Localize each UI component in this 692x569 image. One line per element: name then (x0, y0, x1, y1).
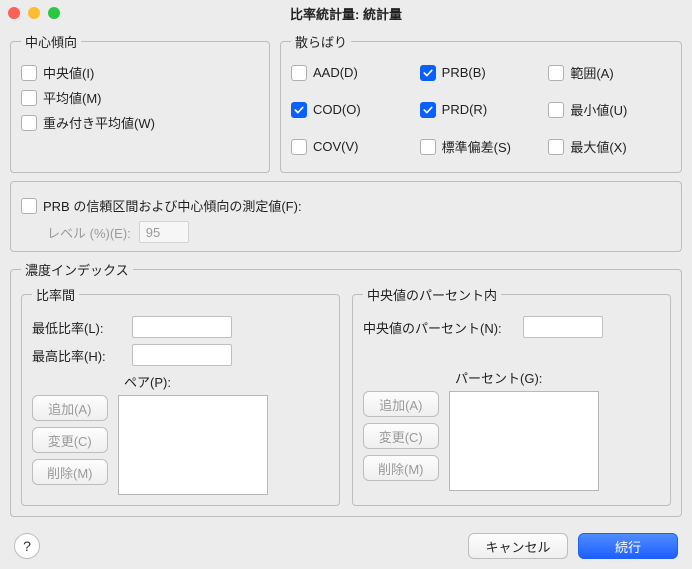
chk-prb-label: PRB(B) (442, 65, 486, 80)
median-add-button[interactable]: 追加(A) (363, 391, 439, 417)
chk-cod[interactable] (291, 102, 307, 118)
group-median-legend: 中央値のパーセント内 (363, 285, 501, 304)
median-remove-button[interactable]: 削除(M) (363, 455, 439, 481)
chk-min-label: 最小値(U) (570, 100, 627, 119)
minimize-icon[interactable] (28, 7, 40, 19)
close-icon[interactable] (8, 7, 20, 19)
chk-prd-label: PRD(R) (442, 102, 488, 117)
chk-aad-label: AAD(D) (313, 65, 358, 80)
percent-label: パーセント(G): (455, 368, 542, 387)
level-label: レベル (%)(E): (47, 223, 131, 242)
percent-listbox[interactable] (449, 391, 599, 491)
chk-mean-label: 平均値(M) (43, 88, 102, 107)
group-ratio-legend: 比率間 (32, 285, 79, 304)
titlebar: 比率統計量: 統計量 (0, 0, 692, 26)
chk-stddev[interactable] (420, 139, 436, 155)
help-button[interactable]: ? (14, 533, 40, 559)
pair-listbox[interactable] (118, 395, 268, 495)
window-controls (8, 7, 60, 19)
median-change-button[interactable]: 変更(C) (363, 423, 439, 449)
chk-mean[interactable] (21, 90, 37, 106)
chk-cod-label: COD(O) (313, 102, 361, 117)
min-ratio-input[interactable] (132, 316, 232, 338)
group-central: 中心傾向 中央値(I) 平均値(M) 重み付き平均値(W) (10, 32, 270, 173)
chk-aad[interactable] (291, 65, 307, 81)
group-median-pct: 中央値のパーセント内 中央値のパーセント(N): パーセント(G): 追加(A)… (352, 285, 671, 506)
max-ratio-input[interactable] (132, 344, 232, 366)
cancel-button[interactable]: キャンセル (468, 533, 568, 559)
chk-cov-label: COV(V) (313, 139, 359, 154)
zoom-icon[interactable] (48, 7, 60, 19)
group-ratio-between: 比率間 最低比率(L): 最高比率(H): ペア(P): 追加(A) 変更(C (21, 285, 340, 506)
chk-range-label: 範囲(A) (570, 63, 613, 82)
chk-median-label: 中央値(I) (43, 63, 94, 82)
chk-cov[interactable] (291, 139, 307, 155)
window-title: 比率統計量: 統計量 (0, 4, 692, 23)
chk-max[interactable] (548, 139, 564, 155)
min-ratio-label: 最低比率(L): (32, 318, 122, 337)
chk-range[interactable] (548, 65, 564, 81)
group-dispersion-legend: 散らばり (291, 32, 351, 51)
group-concentration-legend: 濃度インデックス (21, 260, 133, 279)
ratio-add-button[interactable]: 追加(A) (32, 395, 108, 421)
chk-median[interactable] (21, 65, 37, 81)
prb-conf-label: PRB の信頼区間および中心傾向の測定値(F): (43, 196, 302, 215)
level-input[interactable] (139, 221, 189, 243)
continue-button[interactable]: 続行 (578, 533, 678, 559)
ratio-change-button[interactable]: 変更(C) (32, 427, 108, 453)
chk-weighted-mean-label: 重み付き平均値(W) (43, 113, 155, 132)
ratio-remove-button[interactable]: 削除(M) (32, 459, 108, 485)
chk-min[interactable] (548, 102, 564, 118)
group-prb-conf: PRB の信頼区間および中心傾向の測定値(F): レベル (%)(E): (10, 181, 682, 252)
group-central-legend: 中心傾向 (21, 32, 81, 51)
chk-weighted-mean[interactable] (21, 115, 37, 131)
group-dispersion: 散らばり AAD(D) PRB(B) 範囲(A) COD(O) PRD(R) 最小値(U)… (280, 32, 682, 173)
pair-label: ペア(P): (124, 372, 171, 391)
footer: ? キャンセル 続行 (0, 525, 692, 569)
chk-prd[interactable] (420, 102, 436, 118)
chk-max-label: 最大値(X) (570, 137, 626, 156)
chk-prb[interactable] (420, 65, 436, 81)
pct-of-median-input[interactable] (523, 316, 603, 338)
chk-stddev-label: 標準偏差(S) (442, 137, 511, 156)
pct-of-median-label: 中央値のパーセント(N): (363, 318, 513, 337)
chk-prb-conf[interactable] (21, 198, 37, 214)
max-ratio-label: 最高比率(H): (32, 346, 122, 365)
group-concentration: 濃度インデックス 比率間 最低比率(L): 最高比率(H): ペア(P): (10, 260, 682, 517)
